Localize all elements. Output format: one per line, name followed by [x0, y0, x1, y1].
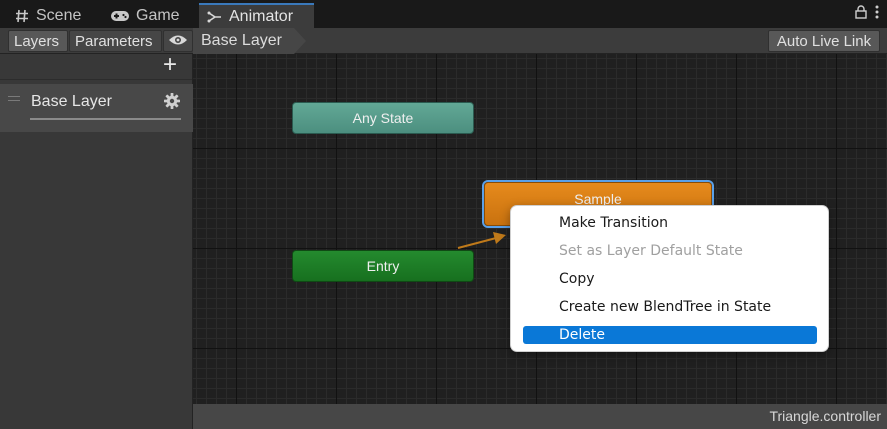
status-bar: Triangle.controller: [193, 404, 887, 429]
context-menu: Make Transition Set as Layer Default Sta…: [510, 205, 829, 352]
menu-item-label: Make Transition: [559, 215, 669, 231]
menu-item-create-blend-tree[interactable]: Create new BlendTree in State: [523, 298, 817, 316]
state-entry[interactable]: Entry: [292, 250, 474, 282]
state-label: Entry: [366, 258, 400, 274]
state-any-state[interactable]: Any State: [292, 102, 474, 134]
controller-filename: Triangle.controller: [769, 408, 881, 424]
menu-item-set-default-state: Set as Layer Default State: [523, 242, 817, 260]
menu-item-label: Create new BlendTree in State: [559, 299, 772, 315]
menu-item-label: Delete: [559, 327, 605, 343]
menu-item-make-transition[interactable]: Make Transition: [523, 214, 817, 232]
state-label: Any State: [352, 110, 414, 126]
menu-item-label: Set as Layer Default State: [559, 243, 743, 259]
menu-item-label: Copy: [559, 271, 595, 287]
menu-item-copy[interactable]: Copy: [523, 270, 817, 288]
menu-item-delete[interactable]: Delete: [523, 326, 817, 344]
